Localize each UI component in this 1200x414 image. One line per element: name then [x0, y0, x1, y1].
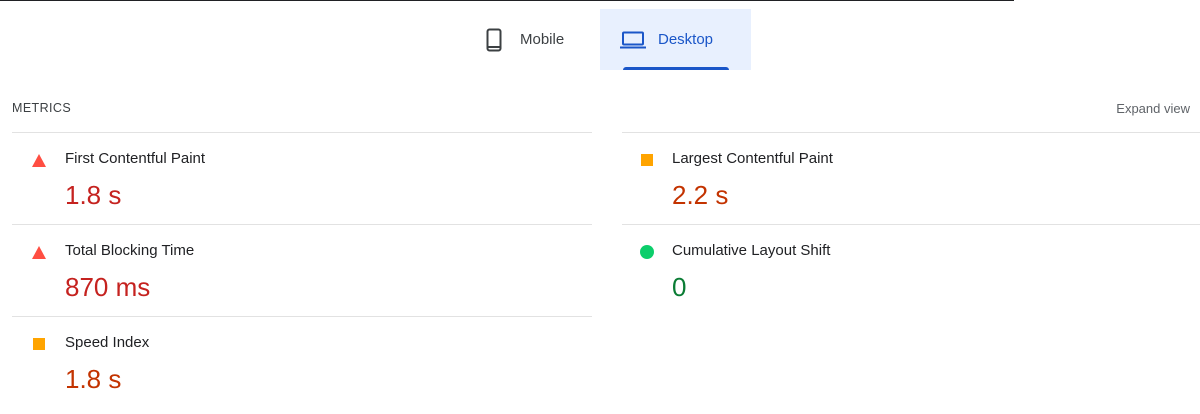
- top-divider: [0, 0, 1014, 1]
- metric-value: 0: [672, 272, 687, 302]
- metric-label: First Contentful Paint: [65, 150, 206, 167]
- green-circle-icon: [640, 245, 654, 259]
- orange-square-icon: [640, 153, 654, 167]
- metric-cumulative-layout-shift: Cumulative Layout Shift 0: [622, 224, 1200, 316]
- smartphone-icon: [486, 28, 502, 52]
- metric-label: Cumulative Layout Shift: [672, 242, 831, 259]
- metric-value: 1.8 s: [65, 364, 122, 394]
- metrics-section-title: METRICS: [12, 101, 72, 115]
- metric-value: 870 ms: [65, 272, 151, 302]
- metric-value: 2.2 s: [672, 180, 729, 210]
- metric-label: Largest Contentful Paint: [672, 150, 833, 167]
- expand-view-toggle[interactable]: Expand view: [1116, 101, 1190, 116]
- metric-label: Total Blocking Time: [65, 242, 195, 259]
- red-triangle-icon: [32, 153, 46, 167]
- tab-mobile[interactable]: Mobile: [478, 9, 600, 70]
- metric-total-blocking-time: Total Blocking Time 870 ms: [12, 224, 592, 316]
- tab-mobile-label: Mobile: [520, 31, 565, 48]
- selected-tab-indicator: [623, 67, 729, 70]
- tab-desktop[interactable]: Desktop: [600, 9, 751, 70]
- orange-square-icon: [32, 337, 46, 351]
- metrics-column-left: First Contentful Paint 1.8 s Total Block…: [12, 132, 592, 408]
- tab-desktop-label: Desktop: [658, 31, 714, 48]
- metric-largest-contentful-paint: Largest Contentful Paint 2.2 s: [622, 132, 1200, 224]
- laptop-icon: [620, 31, 646, 49]
- metric-value: 1.8 s: [65, 180, 122, 210]
- metric-label: Speed Index: [65, 334, 150, 351]
- red-triangle-icon: [32, 245, 46, 259]
- metric-first-contentful-paint: First Contentful Paint 1.8 s: [12, 132, 592, 224]
- metric-speed-index: Speed Index 1.8 s: [12, 316, 592, 408]
- metrics-column-right: Largest Contentful Paint 2.2 s Cumulativ…: [622, 132, 1200, 316]
